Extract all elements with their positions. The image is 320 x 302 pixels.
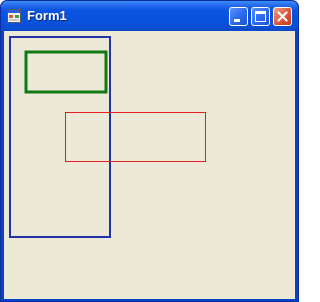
window-title: Form1 <box>27 8 67 23</box>
title-bar[interactable]: Form1 <box>1 1 298 31</box>
minimize-button[interactable] <box>229 7 248 26</box>
form-app-icon[interactable] <box>7 9 21 23</box>
maximize-icon <box>255 11 266 22</box>
close-icon <box>277 11 288 22</box>
close-button[interactable] <box>273 7 292 26</box>
red-rectangle <box>65 112 206 162</box>
drawing-canvas <box>9 36 206 238</box>
minimize-icon <box>234 19 240 22</box>
maximize-button[interactable] <box>251 7 270 26</box>
form1-window: Form1 <box>0 0 299 302</box>
form-client-area <box>4 31 295 299</box>
green-rectangle <box>24 50 108 94</box>
